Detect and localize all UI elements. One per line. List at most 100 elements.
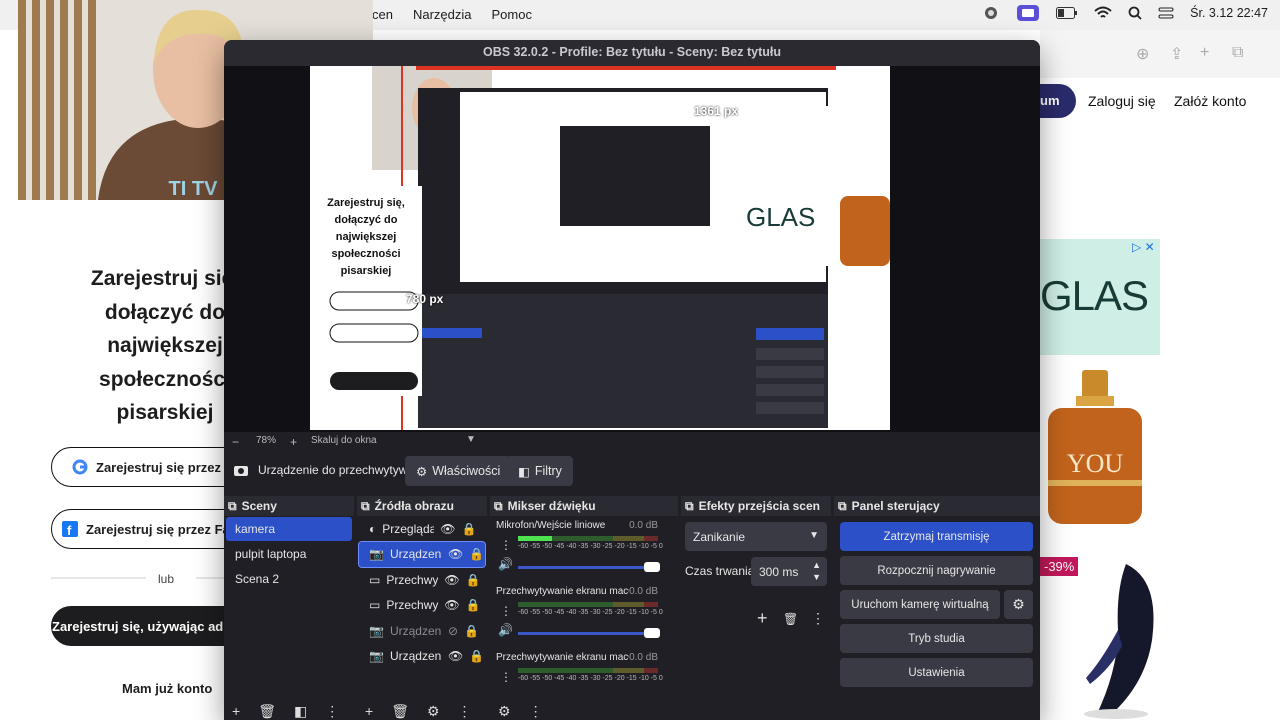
mixer-channel: Przechwytywanie ekranu macOS 0.0 dB ⋮ -6… bbox=[490, 586, 670, 650]
add-icon[interactable]: + bbox=[232, 703, 240, 719]
scene-item-scena-2[interactable]: Scena 2 bbox=[226, 567, 352, 591]
eye-hidden-icon[interactable]: ⊘ bbox=[448, 624, 458, 638]
scale-mode-select[interactable]: Skaluj do okna bbox=[311, 435, 377, 446]
eye-icon[interactable]: 👁 bbox=[440, 522, 455, 536]
source-toolbar: Urządzenie do przechwytywa ⚙ Właściwości… bbox=[224, 450, 1040, 492]
camera-icon: 📷 bbox=[369, 623, 384, 638]
source-item-camera[interactable]: 📷 Urządzeni 👁 🔒 bbox=[358, 540, 486, 568]
battery-icon[interactable] bbox=[1056, 6, 1078, 20]
lock-icon[interactable]: 🔒 bbox=[469, 649, 484, 663]
menu-item-scenes[interactable]: cen bbox=[372, 7, 393, 22]
login-link[interactable]: Zaloguj się bbox=[1088, 93, 1156, 109]
more-icon[interactable]: ⋮ bbox=[500, 604, 512, 618]
settings-button[interactable]: Ustawienia bbox=[840, 658, 1033, 687]
add-icon[interactable]: + bbox=[757, 608, 768, 629]
source-item-screen-capture-2[interactable]: ▭ Przechwyt 👁 🔒 bbox=[359, 593, 485, 619]
color-wheel-icon[interactable] bbox=[982, 6, 1000, 20]
selected-source: Urządzenie do przechwytywa bbox=[234, 463, 414, 477]
controls-body: Zatrzymaj transmisję Rozpocznij nagrywan… bbox=[834, 516, 1040, 720]
lock-icon[interactable]: 🔒 bbox=[461, 522, 476, 536]
gear-icon[interactable]: ⚙ bbox=[1004, 590, 1033, 619]
source-item-screen-capture[interactable]: ▭ Przechwyt 👁 🔒 bbox=[359, 567, 485, 593]
more-icon[interactable]: ⋮ bbox=[458, 703, 472, 720]
lock-icon[interactable]: 🔒 bbox=[464, 624, 479, 638]
more-icon[interactable]: ⋮ bbox=[325, 703, 339, 720]
menu-item-tools[interactable]: Narzędzia bbox=[413, 7, 472, 22]
properties-button[interactable]: ⚙ Właściwości bbox=[405, 456, 512, 486]
have-account-link[interactable]: Mam już konto bbox=[122, 681, 212, 696]
preview-canvas[interactable]: GLAS Zarejestruj się, dołączyć do najwię… bbox=[310, 66, 940, 430]
slider-knob[interactable] bbox=[644, 628, 660, 638]
signup-link[interactable]: Załóż konto bbox=[1174, 93, 1246, 109]
svg-text:największej: największej bbox=[336, 231, 397, 243]
chevron-down-icon[interactable]: ▼ bbox=[466, 434, 476, 445]
transitions-dock: ⧉ Efekty przejścia scen Zanikanie ▼ Czas … bbox=[681, 496, 831, 720]
filter-icon[interactable]: ◧ bbox=[294, 703, 307, 720]
scene-item-pulpit-laptopa[interactable]: pulpit laptopa bbox=[226, 542, 352, 566]
download-icon[interactable]: ⊕ bbox=[1136, 44, 1149, 64]
eye-icon[interactable]: 👁 bbox=[448, 649, 463, 663]
add-icon[interactable]: + bbox=[365, 703, 373, 719]
mixer-channel: Mikrofon/Wejście liniowe 0.0 dB ⋮ -60 -5… bbox=[490, 520, 670, 584]
eye-icon[interactable]: 👁 bbox=[444, 598, 459, 612]
ad-close-icon[interactable]: ▷ ✕ bbox=[1132, 240, 1155, 254]
lock-icon[interactable]: 🔒 bbox=[466, 573, 481, 587]
monitor-icon: ▭ bbox=[369, 572, 381, 587]
source-name: Przechwyt bbox=[386, 572, 439, 587]
lock-icon[interactable]: 🔒 bbox=[469, 547, 484, 561]
trash-icon[interactable]: 🗑 bbox=[783, 612, 798, 626]
filters-button[interactable]: ◧ Filtry bbox=[507, 456, 573, 486]
wifi-icon[interactable] bbox=[1094, 6, 1112, 20]
gear-icon[interactable]: ⚙ bbox=[427, 703, 440, 720]
speaker-icon[interactable]: 🔊 bbox=[498, 623, 513, 637]
chevron-down-icon: ▼ bbox=[809, 530, 819, 541]
zoom-in-button[interactable]: + bbox=[290, 435, 297, 449]
product-image[interactable] bbox=[1056, 560, 1166, 720]
studio-mode-button[interactable]: Tryb studia bbox=[840, 624, 1033, 653]
stepper-icon[interactable]: ▲ ▼ bbox=[812, 559, 821, 583]
channel-db: 0.0 dB bbox=[629, 652, 658, 663]
facebook-icon: f bbox=[62, 521, 78, 537]
premium-button[interactable]: um bbox=[1040, 84, 1076, 118]
source-item-device[interactable]: 📷 Urządzeni 👁 🔒 bbox=[359, 644, 485, 670]
more-icon[interactable]: ⋮ bbox=[529, 703, 543, 720]
volume-slider[interactable] bbox=[518, 562, 660, 572]
trash-icon[interactable]: 🗑 bbox=[391, 703, 409, 720]
virtual-camera-button[interactable]: Uruchom kamerę wirtualną bbox=[840, 590, 1000, 619]
lock-icon[interactable]: 🔒 bbox=[466, 598, 481, 612]
slider-knob[interactable] bbox=[644, 562, 660, 572]
stop-stream-button[interactable]: Zatrzymaj transmisję bbox=[840, 522, 1033, 551]
eye-icon[interactable]: 👁 bbox=[444, 573, 459, 587]
scene-item-kamera[interactable]: kamera bbox=[226, 517, 352, 541]
source-item-browser[interactable]: ◐ Przeglądar 👁 🔒 bbox=[359, 516, 485, 542]
obs-menubar-icon[interactable] bbox=[1016, 5, 1040, 21]
share-icon[interactable]: ⇪ bbox=[1170, 44, 1183, 64]
sources-list: ◐Przeglądar👁🔒 📷Urządzeni👁🔒 ▭Przechwyt👁🔒 … bbox=[357, 516, 487, 720]
more-icon[interactable]: ⋮ bbox=[500, 670, 512, 684]
eye-icon[interactable]: 👁 bbox=[448, 547, 463, 561]
zoom-out-button[interactable]: − bbox=[232, 435, 239, 449]
trash-icon[interactable]: 🗑 bbox=[258, 703, 276, 720]
start-recording-button[interactable]: Rozpocznij nagrywanie bbox=[840, 556, 1033, 585]
sources-dock: ⧉Źródła obrazu ◐Przeglądar👁🔒 📷Urządzeni👁… bbox=[357, 496, 487, 720]
gear-icon[interactable]: ⚙ bbox=[498, 703, 511, 720]
tabs-overview-icon[interactable]: ⧉ bbox=[1232, 44, 1243, 62]
more-icon[interactable]: ⋮ bbox=[500, 538, 512, 552]
speaker-icon[interactable]: 🔊 bbox=[498, 557, 513, 571]
controls-title: Panel sterujący bbox=[851, 499, 940, 513]
new-tab-icon[interactable]: + bbox=[1200, 44, 1209, 62]
sources-title: Źródła obrazu bbox=[374, 499, 454, 513]
transition-select[interactable]: Zanikanie ▼ bbox=[685, 522, 827, 551]
control-center-icon[interactable] bbox=[1158, 6, 1174, 20]
volume-slider[interactable] bbox=[518, 628, 660, 638]
globe-icon: ◐ bbox=[369, 521, 377, 536]
duration-input[interactable]: 300 ms ▲ ▼ bbox=[751, 557, 827, 586]
more-icon[interactable]: ⋮ bbox=[811, 610, 825, 627]
menu-item-help[interactable]: Pomoc bbox=[492, 7, 532, 22]
preview-area[interactable]: GLAS Zarejestruj się, dołączyć do najwię… bbox=[224, 66, 1040, 432]
perfume-image[interactable]: YOU bbox=[1046, 370, 1144, 526]
clock[interactable]: Śr. 3.12 22:47 bbox=[1190, 6, 1268, 20]
search-icon[interactable] bbox=[1128, 6, 1142, 20]
channel-name: Przechwytywanie ekranu macOS bbox=[496, 652, 643, 663]
source-item-hidden-device[interactable]: 📷 Urządzeni ⊘ 🔒 bbox=[359, 618, 485, 644]
